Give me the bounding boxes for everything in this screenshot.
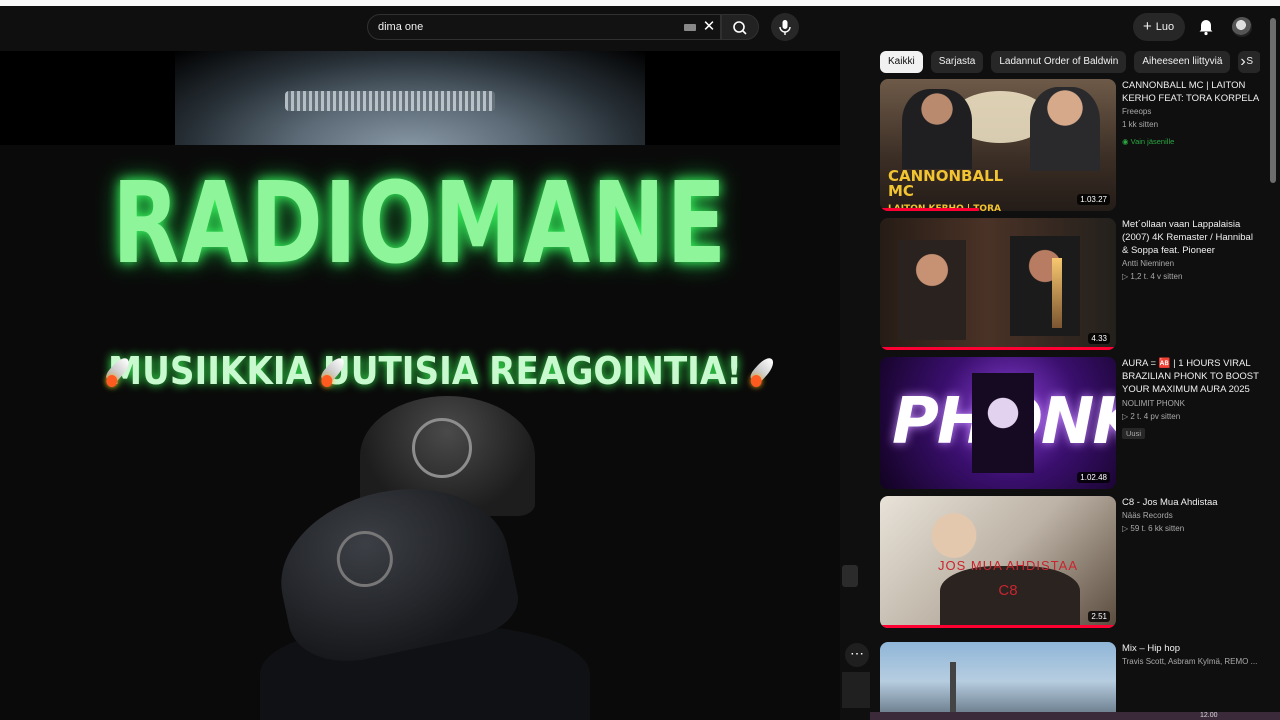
watch-progress xyxy=(880,625,1116,628)
player-right-edge xyxy=(840,51,870,720)
bell-icon xyxy=(1199,20,1213,36)
video-stats: ▷ 1,2 t. 4 v sitten xyxy=(1122,272,1183,281)
thumb-lamp xyxy=(1052,258,1062,328)
video-background-helmet xyxy=(175,51,645,151)
miniplayer-icon[interactable] xyxy=(842,565,858,587)
video-thumbnail[interactable] xyxy=(880,642,1116,720)
channel-name[interactable]: Freeops xyxy=(1122,105,1260,118)
thumb-subtext: C8 xyxy=(998,582,1018,599)
keyboard-icon[interactable] xyxy=(684,24,696,31)
duration-badge: 4.33 xyxy=(1088,333,1110,344)
video-thumbnail[interactable]: CANNONBALL MCLAITON KERHO | TORA KORPELA… xyxy=(880,79,1116,211)
video-title[interactable]: Met´ollaan vaan Lappalaisia (2007) 4K Re… xyxy=(1122,218,1260,257)
members-only-badge: ◉ Vain jäsenille xyxy=(1122,137,1175,146)
taskbar xyxy=(870,712,1280,720)
chip-uploader[interactable]: Ladannut Order of Baldwin xyxy=(991,51,1127,73)
thumb-person xyxy=(972,373,1034,473)
notifications-button[interactable] xyxy=(1193,13,1219,39)
create-label: Luo xyxy=(1155,21,1175,33)
channel-name[interactable]: NOLIMIT PHONK xyxy=(1122,397,1260,410)
duration-badge: 1.02.48 xyxy=(1077,472,1110,483)
list-item[interactable]: PHONK 1.02.48 AURA = 🆎 | 1 HOURS VIRAL B… xyxy=(880,357,1260,491)
plus-icon: + xyxy=(1143,18,1152,35)
search-icon xyxy=(733,21,747,35)
subtitle-item: UUTISIA xyxy=(322,349,479,393)
video-meta: Mix – Hip hop Travis Scott, Asbram Kylmä… xyxy=(1122,642,1260,668)
chevron-right-icon[interactable]: › xyxy=(1232,51,1254,73)
video-stats: 1 kk sitten xyxy=(1122,120,1159,129)
more-actions-icon[interactable]: ⋯ xyxy=(845,643,869,667)
search-box[interactable]: ✕ xyxy=(367,14,721,40)
thumb-person xyxy=(1030,87,1100,171)
video-subtitle: MUSIIKKIA UUTISIA REAGOINTIA! xyxy=(106,341,764,401)
video-title[interactable]: Mix – Hip hop xyxy=(1122,642,1260,655)
thumb-banner: CANNONBALL MCLAITON KERHO | TORA KORPELA xyxy=(888,167,1028,212)
video-meta: CANNONBALL MC | LAITON KERHO FEAT: TORA … xyxy=(1122,79,1260,149)
side-panel-box xyxy=(842,672,870,708)
watch-progress xyxy=(880,347,1116,350)
cap-logo xyxy=(412,418,472,478)
create-button[interactable]: + Luo xyxy=(1133,13,1185,41)
duration-badge: 1.03.27 xyxy=(1077,194,1110,205)
video-meta: C8 - Jos Mua Ahdistaa Nääs Records ▷ 59 … xyxy=(1122,496,1260,535)
list-item[interactable]: Mix – Hip hop Travis Scott, Asbram Kylmä… xyxy=(880,642,1260,720)
chip-all[interactable]: Kaikki xyxy=(880,51,923,73)
thumb-person xyxy=(1010,236,1080,336)
video-title[interactable]: C8 - Jos Mua Ahdistaa xyxy=(1122,496,1260,509)
channel-name[interactable]: Nääs Records xyxy=(1122,509,1260,522)
chip-series[interactable]: Sarjasta xyxy=(930,51,984,73)
top-bar: ✕ +Luo xyxy=(0,6,1280,46)
thumb-person xyxy=(902,89,972,169)
avatar[interactable] xyxy=(1232,17,1252,37)
mic-icon xyxy=(779,20,791,35)
video-meta: Met´ollaan vaan Lappalaisia (2007) 4K Re… xyxy=(1122,218,1260,283)
subtitle-item: MUSIIKKIA xyxy=(108,349,313,393)
new-badge: Uusi xyxy=(1122,428,1146,439)
video-player[interactable]: RADIOMANE MUSIIKKIA UUTISIA REAGOINTIA! xyxy=(0,51,840,720)
duration-badge: 2.51 xyxy=(1088,611,1110,622)
watch-progress xyxy=(880,208,980,211)
taskbar-clock: 12.00 xyxy=(1200,712,1218,719)
video-thumbnail[interactable]: PHONK 1.02.48 xyxy=(880,357,1116,489)
video-meta: AURA = 🆎 | 1 HOURS VIRAL BRAZILIAN PHONK… xyxy=(1122,357,1260,441)
voice-search-button[interactable] xyxy=(771,13,799,41)
clear-icon[interactable]: ✕ xyxy=(702,18,716,36)
channel-name[interactable]: Travis Scott, Asbram Kylmä, REMO ... xyxy=(1122,655,1260,668)
subtitle-item: REAGOINTIA! xyxy=(489,349,742,393)
chip-related[interactable]: Aiheeseen liittyviä xyxy=(1134,51,1231,73)
channel-name[interactable]: Antti Nieminen xyxy=(1122,257,1260,270)
thumb-text: CANNONBALL MC xyxy=(888,167,1004,200)
video-thumbnail[interactable]: JOS MUA AHDISTAA C8 2.51 xyxy=(880,496,1116,628)
filter-chips: Kaikki Sarjasta Ladannut Order of Baldwi… xyxy=(880,51,1260,73)
video-title-text: RADIOMANE xyxy=(112,159,728,289)
thumb-text: JOS MUA AHDISTAA xyxy=(937,558,1078,573)
list-item[interactable]: CANNONBALL MCLAITON KERHO | TORA KORPELA… xyxy=(880,79,1260,213)
thumb-person xyxy=(898,240,966,340)
search-input[interactable] xyxy=(378,18,668,36)
video-person-figure xyxy=(240,396,610,720)
video-thumbnail[interactable]: 4.33 xyxy=(880,218,1116,350)
search-button[interactable] xyxy=(721,14,759,40)
video-stats: ▷ 2 t. 4 pv sitten xyxy=(1122,412,1181,421)
video-title[interactable]: CANNONBALL MC | LAITON KERHO FEAT: TORA … xyxy=(1122,79,1260,105)
scrollbar[interactable] xyxy=(1270,18,1276,183)
list-item[interactable]: 4.33 Met´ollaan vaan Lappalaisia (2007) … xyxy=(880,218,1260,352)
cap-logo xyxy=(331,525,399,593)
video-title[interactable]: AURA = 🆎 | 1 HOURS VIRAL BRAZILIAN PHONK… xyxy=(1122,357,1260,397)
list-item[interactable]: JOS MUA AHDISTAA C8 2.51 C8 - Jos Mua Ah… xyxy=(880,496,1260,630)
video-stats: ▷ 59 t. 6 kk sitten xyxy=(1122,524,1185,533)
badge-label: Vain jäsenille xyxy=(1130,137,1175,146)
